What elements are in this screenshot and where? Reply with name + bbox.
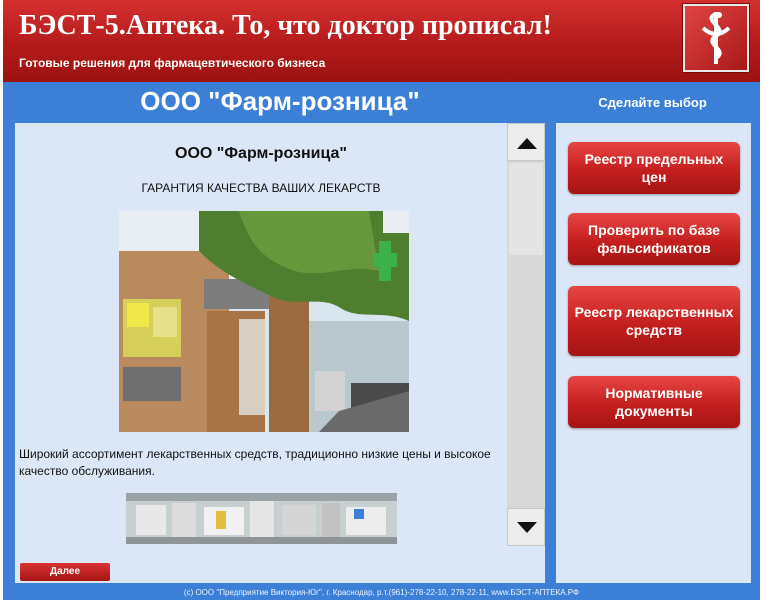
content-subheading: ГАРАНТИЯ КАЧЕСТВА ВАШИХ ЛЕКАРСТВ bbox=[141, 181, 381, 195]
price-registry-button[interactable]: Реестр предельных цен bbox=[568, 142, 740, 194]
next-button[interactable]: Далее bbox=[20, 563, 110, 581]
app-title: БЭСТ-5.Аптека. То, что доктор прописал! bbox=[19, 10, 552, 41]
scroll-up-button[interactable] bbox=[507, 123, 545, 161]
company-title: ООО "Фарм-розница" bbox=[140, 86, 420, 116]
regulatory-docs-button[interactable]: Нормативные документы bbox=[568, 376, 740, 428]
footer-copyright: (c) ООО "Предприятие Виктория-Юг", г. Кр… bbox=[183, 588, 580, 597]
arrow-down-icon bbox=[517, 522, 537, 533]
counterfeit-check-button[interactable]: Проверить по базе фальсификатов bbox=[568, 213, 740, 265]
choose-prompt: Сделайте выбор bbox=[598, 95, 707, 110]
header-banner: БЭСТ-5.Аптека. То, что доктор прописал! … bbox=[3, 0, 760, 82]
app-subtitle: Готовые решения для фармацевтического би… bbox=[19, 56, 326, 70]
caduceus-logo-icon bbox=[683, 4, 749, 72]
pharmacy-interior-photo bbox=[126, 493, 397, 544]
vertical-scrollbar[interactable] bbox=[507, 123, 545, 546]
scroll-thumb[interactable] bbox=[509, 163, 543, 255]
arrow-up-icon bbox=[517, 138, 537, 149]
drug-registry-button[interactable]: Реестр лекарственных средств bbox=[568, 286, 740, 356]
sidebar-panel: Реестр предельных цен Проверить по базе … bbox=[556, 123, 751, 583]
pharmacy-storefront-photo bbox=[119, 211, 409, 432]
content-panel: ООО "Фарм-розница" ГАРАНТИЯ КАЧЕСТВА ВАШ… bbox=[15, 123, 545, 583]
content-heading: ООО "Фарм-розница" bbox=[175, 145, 347, 162]
content-description: Широкий ассортимент лекарственных средст… bbox=[19, 447, 491, 478]
scroll-down-button[interactable] bbox=[507, 508, 545, 546]
